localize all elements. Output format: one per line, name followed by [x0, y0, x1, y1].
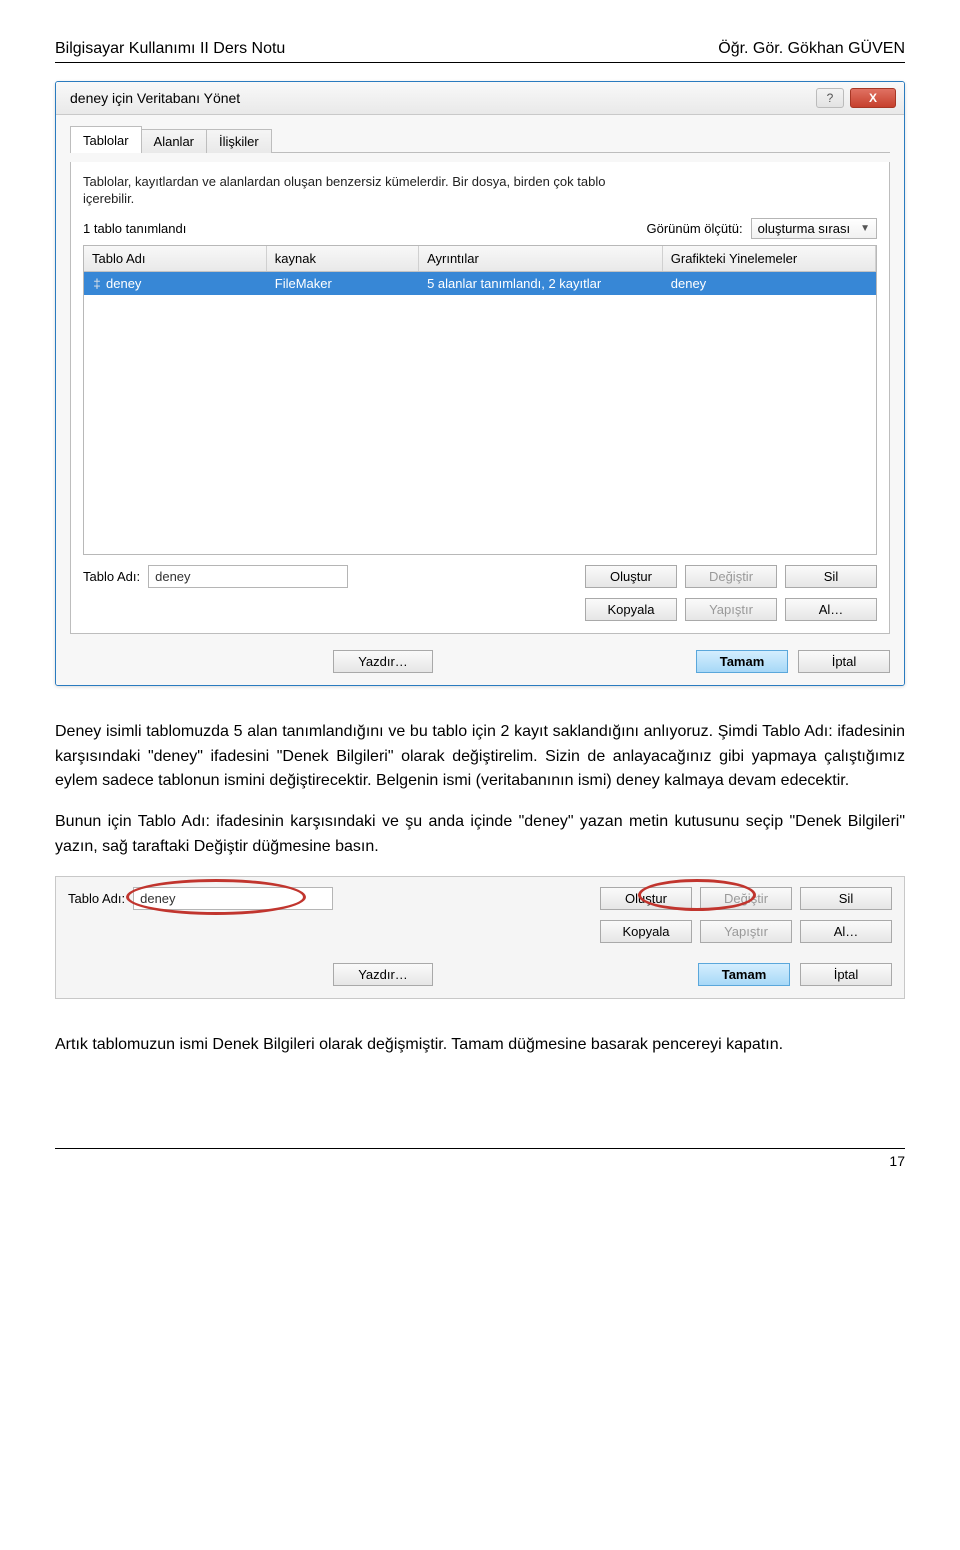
dialog-titlebar: deney için Veritabanı Yönet ? X — [56, 82, 904, 115]
ok-button[interactable]: Tamam — [696, 650, 788, 673]
col-source: kaynak — [267, 246, 419, 271]
doc-header-right: Öğr. Gör. Gökhan GÜVEN — [718, 40, 905, 58]
tab-alanlar[interactable]: Alanlar — [141, 129, 207, 153]
doc-header-left: Bilgisayar Kullanımı II Ders Notu — [55, 40, 285, 58]
create-button-2[interactable]: Oluştur — [600, 887, 692, 910]
row-repeats: deney — [663, 272, 876, 295]
view-scale-label: Görünüm ölçütü: — [647, 221, 743, 236]
footer: 17 — [55, 1148, 905, 1169]
paste-button[interactable]: Yapıştır — [685, 598, 777, 621]
modify-button[interactable]: Değiştir — [685, 565, 777, 588]
paragraph-2: Bunun için Tablo Adı: ifadesinin karşısı… — [55, 810, 905, 860]
row-source: FileMaker — [267, 272, 419, 295]
cancel-button-2[interactable]: İptal — [800, 963, 892, 986]
tabs: Tablolar Alanlar İlişkiler — [70, 125, 890, 153]
drag-handle-icon[interactable]: ‡ — [92, 276, 102, 291]
body-text-3: Artık tablomuzun ismi Denek Bilgileri ol… — [55, 1033, 905, 1058]
chevron-down-icon: ▼ — [860, 223, 870, 234]
col-details: Ayrıntılar — [419, 246, 663, 271]
paste-button-2[interactable]: Yapıştır — [700, 920, 792, 943]
tables-list: Tablo Adı kaynak Ayrıntılar Grafikteki Y… — [83, 245, 877, 555]
row-details: 5 alanlar tanımlandı, 2 kayıtlar — [419, 272, 663, 295]
tab-panel: Tablolar, kayıtlardan ve alanlardan oluş… — [70, 162, 890, 634]
cancel-button[interactable]: İptal — [798, 650, 890, 673]
table-count: 1 tablo tanımlandı — [83, 221, 186, 236]
import-button-2[interactable]: Al… — [800, 920, 892, 943]
dialog-title: deney için Veritabanı Yönet — [70, 90, 240, 106]
tab-iliskiler[interactable]: İlişkiler — [206, 129, 272, 153]
paragraph-1: Deney isimli tablomuzda 5 alan tanımland… — [55, 720, 905, 794]
paragraph-3: Artık tablomuzun ismi Denek Bilgileri ol… — [55, 1033, 905, 1058]
delete-button[interactable]: Sil — [785, 565, 877, 588]
print-button-2[interactable]: Yazdır… — [333, 963, 433, 986]
body-text: Deney isimli tablomuzda 5 alan tanımland… — [55, 720, 905, 860]
create-button[interactable]: Oluştur — [585, 565, 677, 588]
cropped-dialog: Tablo Adı: Oluştur Değiştir Sil Kopyala … — [55, 876, 905, 999]
col-repeats: Grafikteki Yinelemeler — [663, 246, 876, 271]
table-row[interactable]: ‡ deney FileMaker 5 alanlar tanımlandı, 2… — [84, 272, 876, 295]
view-scale-select[interactable]: oluşturma sırası ▼ — [751, 218, 877, 239]
copy-button-2[interactable]: Kopyala — [600, 920, 692, 943]
delete-button-2[interactable]: Sil — [800, 887, 892, 910]
manage-database-dialog: deney için Veritabanı Yönet ? X Tablolar… — [55, 81, 905, 686]
row-name: deney — [106, 276, 141, 291]
close-icon[interactable]: X — [850, 88, 896, 108]
table-name-input-2[interactable] — [133, 887, 333, 910]
col-name: Tablo Adı — [84, 246, 267, 271]
help-icon[interactable]: ? — [816, 88, 844, 108]
print-button[interactable]: Yazdır… — [333, 650, 433, 673]
table-name-input[interactable] — [148, 565, 348, 588]
table-name-label: Tablo Adı: — [83, 569, 140, 584]
ok-button-2[interactable]: Tamam — [698, 963, 790, 986]
table-name-label-2: Tablo Adı: — [68, 891, 125, 906]
import-button[interactable]: Al… — [785, 598, 877, 621]
copy-button[interactable]: Kopyala — [585, 598, 677, 621]
header-rule — [55, 62, 905, 63]
doc-header: Bilgisayar Kullanımı II Ders Notu Öğr. G… — [55, 40, 905, 58]
info-text: Tablolar, kayıtlardan ve alanlardan oluş… — [83, 174, 643, 208]
view-scale-value: oluşturma sırası — [758, 221, 850, 236]
tab-tablolar[interactable]: Tablolar — [70, 126, 142, 153]
page-number: 17 — [889, 1153, 905, 1169]
modify-button-2[interactable]: Değiştir — [700, 887, 792, 910]
